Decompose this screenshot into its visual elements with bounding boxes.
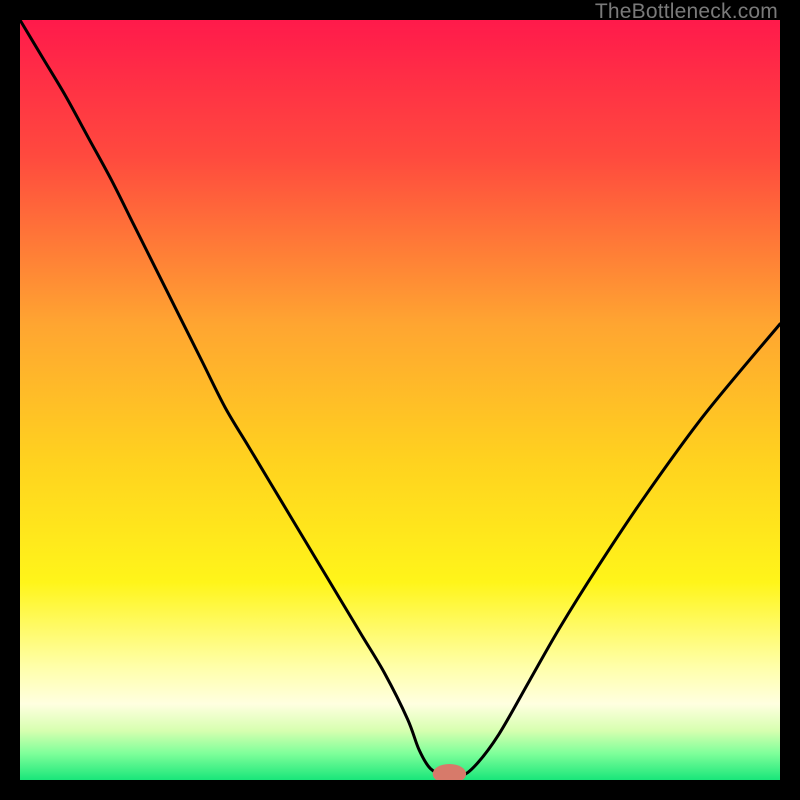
bottleneck-chart bbox=[20, 20, 780, 780]
gradient-background bbox=[20, 20, 780, 780]
watermark-text: TheBottleneck.com bbox=[595, 0, 778, 24]
chart-frame bbox=[20, 20, 780, 780]
